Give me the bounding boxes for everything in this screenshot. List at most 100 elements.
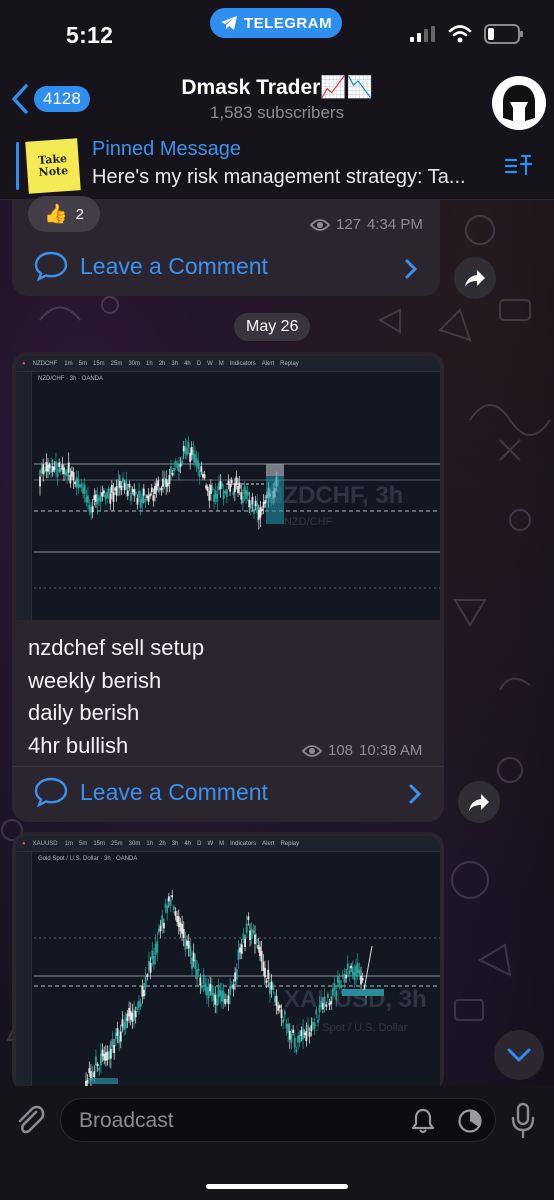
candle-body: [48, 464, 51, 468]
candle-body: [139, 1002, 142, 1007]
candle-body: [195, 458, 198, 466]
candle-body: [224, 999, 227, 1005]
candle-body: [43, 469, 46, 473]
candle-body: [262, 501, 265, 508]
pin-list-icon[interactable]: [504, 152, 534, 180]
channel-title[interactable]: Dmask Trader📈📉: [0, 76, 554, 100]
candle-body: [177, 916, 180, 927]
candle-body: [282, 1019, 285, 1023]
candle-body: [130, 492, 132, 502]
candle-body: [51, 466, 54, 472]
candle-body: [120, 485, 123, 491]
candle-body: [308, 1031, 311, 1037]
forward-button[interactable]: [454, 257, 496, 299]
candle-body: [157, 480, 160, 487]
schedule-timer-icon[interactable]: [457, 1108, 483, 1134]
candle-body: [287, 1024, 290, 1033]
candle-body: [220, 990, 223, 1002]
forward-arrow-icon: [469, 794, 489, 811]
candle-body: [235, 968, 238, 980]
candle-body: [197, 460, 200, 469]
candle-body: [123, 483, 126, 490]
channel-avatar[interactable]: [492, 76, 546, 130]
candle-body: [72, 471, 75, 481]
microphone-icon[interactable]: [510, 1102, 536, 1140]
candle-body: [154, 486, 156, 494]
candle-body: [229, 985, 232, 996]
candle-body: [61, 464, 64, 470]
attachment-icon[interactable]: [14, 1102, 46, 1138]
projection-arrow: [363, 945, 373, 991]
candle-body: [91, 506, 94, 512]
candle-body: [158, 488, 161, 492]
forward-button[interactable]: [458, 781, 500, 823]
candle-body: [234, 972, 237, 982]
candle-body: [208, 490, 211, 501]
chevron-right-icon: [405, 259, 418, 279]
candle-body: [126, 490, 129, 496]
candle-body: [56, 469, 59, 477]
leave-comment-button[interactable]: Leave a Comment: [34, 776, 268, 808]
leave-comment-button[interactable]: Leave a Comment: [34, 250, 268, 282]
candle-body: [361, 978, 364, 981]
candle-body: [290, 1033, 293, 1043]
candle-body: [71, 470, 73, 477]
short-position-stop-zone: [266, 464, 284, 476]
candle-body: [143, 990, 145, 997]
candle-body: [182, 445, 185, 452]
candle-body: [241, 495, 244, 503]
candle-body: [179, 922, 182, 932]
views-icon: [302, 744, 322, 757]
signal-icon: [410, 26, 435, 42]
chart-screenshot-xauusd[interactable]: ● XAUUSD 1m 5m 15m 25m 30m 1h 2h 3h 4h D W M Indicat…: [16, 836, 440, 1086]
wifi-icon: [448, 25, 472, 43]
candle-body: [163, 478, 166, 485]
candle-body: [96, 1063, 99, 1067]
candle-body: [131, 1012, 134, 1022]
pinned-message-bar[interactable]: Take Note Pinned Message Here's my risk …: [0, 132, 554, 200]
candle-body: [333, 983, 336, 991]
candle-body: [313, 1022, 316, 1029]
candle-body: [87, 495, 89, 503]
candle-body: [157, 928, 160, 933]
candle-body: [186, 448, 188, 456]
candle-body: [39, 476, 41, 487]
candle-body: [58, 462, 61, 468]
candle-body: [240, 492, 243, 500]
candle-body: [149, 962, 152, 973]
candle-body: [88, 504, 91, 512]
telegram-pill[interactable]: TELEGRAM: [210, 8, 342, 38]
candle-body: [146, 495, 148, 498]
candle-body: [141, 493, 144, 503]
candle-body: [323, 996, 326, 1006]
candle-body: [346, 963, 349, 970]
candle-body: [350, 965, 352, 969]
notification-bell-icon[interactable]: [411, 1108, 435, 1134]
candle-body: [358, 969, 361, 977]
candle-body: [45, 462, 48, 472]
candle-body: [169, 899, 172, 906]
candle-body: [101, 1049, 104, 1057]
chart-screenshot-nzdchf[interactable]: ● NZDCHF 1m 5m 15m 25m 30m 1h 2h 3h 4h D W M Indicat…: [16, 356, 440, 620]
scroll-to-bottom-button[interactable]: [494, 1030, 544, 1080]
subscriber-count: 1,583 subscribers: [209, 103, 345, 122]
candle-body: [211, 487, 214, 491]
candle-body: [205, 485, 208, 489]
candle-body: [307, 1025, 309, 1032]
telegram-icon: [220, 16, 237, 30]
candle-body: [109, 1048, 112, 1059]
broadcast-input[interactable]: Broadcast: [60, 1098, 496, 1142]
candle-body: [142, 488, 145, 496]
candle-body: [292, 1029, 295, 1033]
candle-body: [273, 996, 276, 1002]
reaction-chip[interactable]: 👍 2: [28, 196, 100, 232]
candle-body: [196, 969, 198, 980]
chevron-down-icon: [507, 1048, 531, 1062]
candle-body: [187, 442, 190, 448]
candle-body: [338, 980, 341, 987]
candle-body: [192, 952, 195, 962]
candle-body: [202, 473, 204, 478]
candle-body: [204, 983, 207, 991]
candle-body: [77, 478, 80, 489]
candle-body: [133, 489, 136, 496]
